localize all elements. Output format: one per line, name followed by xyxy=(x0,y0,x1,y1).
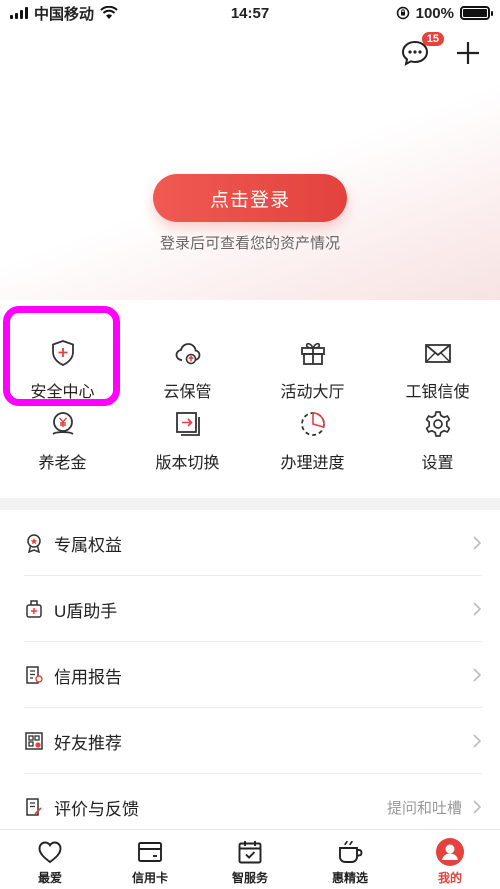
list-item-ukey-assistant[interactable]: U盾助手 xyxy=(0,576,500,642)
tab-label: 智服务 xyxy=(231,871,268,885)
gift-icon xyxy=(300,342,325,365)
feature-grid: 安全中心 云保管 活动大厅 工银信使 养老金 版本切换 办理进度 设置 xyxy=(0,320,500,492)
chevron-right-icon xyxy=(473,668,482,682)
grid-item-label: 办理进度 xyxy=(280,455,345,472)
list-item-label: 专属权益 xyxy=(54,535,122,555)
signal-icon xyxy=(10,7,28,19)
list-item-label: U盾助手 xyxy=(54,601,118,621)
tab-featured[interactable]: 惠精选 xyxy=(300,830,400,889)
switch-icon xyxy=(175,412,200,436)
tab-label: 最爱 xyxy=(37,871,62,885)
chevron-right-icon xyxy=(473,734,482,748)
grid-item-messenger[interactable]: 工银信使 xyxy=(375,320,500,410)
add-button[interactable] xyxy=(454,39,482,67)
grid-item-settings[interactable]: 设置 xyxy=(375,407,500,492)
menu-list: 专属权益 U盾助手 信用报告 好友推荐 评价与反馈 提问和吐槽 xyxy=(0,510,500,840)
bottom-tab-bar: 最爱 信用卡 智服务 惠精选 我的 xyxy=(0,829,500,889)
message-count-badge: 15 xyxy=(421,32,444,46)
login-button[interactable]: 点击登录 xyxy=(153,174,347,222)
plus-icon xyxy=(457,42,479,64)
gear-icon xyxy=(425,411,450,437)
grid-item-label: 养老金 xyxy=(38,455,87,472)
list-item-extra: 提问和吐槽 xyxy=(386,799,462,817)
grid-item-cloud-storage[interactable]: 云保管 xyxy=(125,320,250,410)
tab-label: 我的 xyxy=(437,871,462,885)
feedback-icon xyxy=(26,798,42,816)
wifi-icon xyxy=(100,6,118,19)
chevron-right-icon xyxy=(473,536,482,550)
progress-icon xyxy=(300,412,325,436)
orientation-lock-icon xyxy=(396,6,409,20)
list-item-label: 评价与反馈 xyxy=(54,799,139,819)
grid-item-version-switch[interactable]: 版本切换 xyxy=(125,407,250,492)
chevron-right-icon xyxy=(473,602,482,616)
grid-item-label: 活动大厅 xyxy=(280,384,345,401)
cloud-icon xyxy=(175,343,200,365)
envelope-icon xyxy=(424,344,451,363)
tab-favorites[interactable]: 最爱 xyxy=(0,830,100,889)
grid-item-security-center[interactable]: 安全中心 xyxy=(0,320,125,410)
grid-item-label: 云保管 xyxy=(163,384,212,401)
tab-label: 惠精选 xyxy=(331,871,368,885)
grid-item-label: 安全中心 xyxy=(30,384,95,401)
tab-smart-service[interactable]: 智服务 xyxy=(200,830,300,889)
list-item-label: 好友推荐 xyxy=(54,733,122,753)
list-item-label: 信用报告 xyxy=(54,667,122,687)
shield-icon xyxy=(51,340,74,366)
grid-item-label: 版本切换 xyxy=(155,455,220,472)
tab-me[interactable]: 我的 xyxy=(400,830,500,889)
grid-item-label: 设置 xyxy=(421,455,454,472)
cup-icon xyxy=(339,840,363,863)
chevron-right-icon xyxy=(473,800,482,814)
grid-item-activity-hall[interactable]: 活动大厅 xyxy=(250,320,375,410)
grid-item-pension[interactable]: 养老金 xyxy=(0,407,125,492)
carrier-label: 中国移动 xyxy=(34,5,95,23)
grid-item-progress[interactable]: 办理进度 xyxy=(250,407,375,492)
credit-card-icon xyxy=(138,842,162,862)
heart-icon xyxy=(38,841,62,864)
battery-percent: 100% xyxy=(415,4,454,22)
tab-label: 信用卡 xyxy=(131,871,168,885)
report-icon xyxy=(26,666,43,684)
tab-credit-card[interactable]: 信用卡 xyxy=(100,830,200,889)
messages-button[interactable]: 15 xyxy=(400,32,444,68)
section-divider xyxy=(0,498,500,510)
clock: 14:57 xyxy=(230,4,270,22)
calendar-icon xyxy=(238,841,262,864)
list-item-exclusive-benefits[interactable]: 专属权益 xyxy=(0,510,500,576)
usb-key-icon xyxy=(26,600,42,618)
grid-item-label: 工银信使 xyxy=(405,384,470,401)
status-bar: 中国移动 14:57 100% xyxy=(0,0,500,26)
profile-icon xyxy=(436,838,464,866)
pension-coin-icon xyxy=(51,412,74,435)
login-subtitle: 登录后可查看您的资产情况 xyxy=(159,235,340,252)
list-item-credit-report[interactable]: 信用报告 xyxy=(0,642,500,708)
battery-icon xyxy=(460,6,493,20)
list-item-refer-friends[interactable]: 好友推荐 xyxy=(0,708,500,774)
qr-share-icon xyxy=(25,732,43,750)
medal-icon xyxy=(27,534,41,553)
